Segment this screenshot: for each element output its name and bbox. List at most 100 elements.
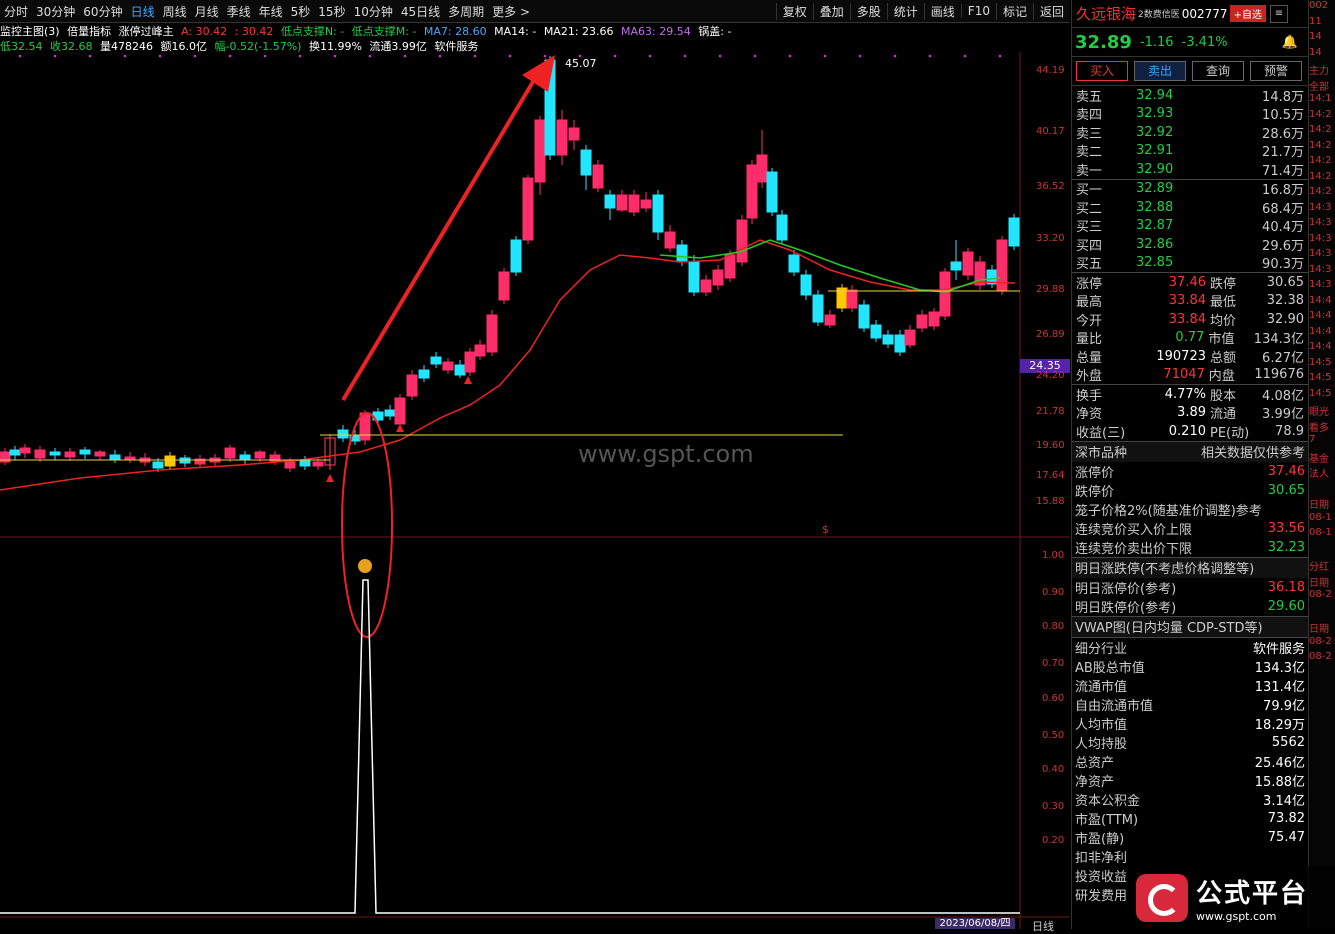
candle-body [394, 397, 406, 425]
candle-body [312, 461, 324, 467]
price-axis-label: 24.20 [1036, 370, 1065, 381]
asks-row[interactable]: 卖二 32.91 21.7万 [1072, 142, 1308, 161]
quote-label: 总量 [1076, 350, 1103, 366]
asks-row[interactable]: 卖一 32.90 71.4万 [1072, 160, 1308, 179]
query-button[interactable]: 查询 [1192, 61, 1244, 81]
toolbar-action[interactable]: 画线 [923, 2, 961, 20]
period-tab[interactable]: 周线 [159, 3, 191, 20]
bids-row[interactable]: 买五 32.85 90.3万 [1072, 254, 1308, 272]
chart-name[interactable]: 监控主图(3) [0, 25, 60, 38]
asks-row[interactable]: 卖四 32.93 10.5万 [1072, 105, 1308, 123]
strip-item [1309, 481, 1335, 497]
asks-row[interactable]: 卖三 32.92 28.6万 [1072, 123, 1308, 142]
kline-chart[interactable]: 45.07 $ [0, 52, 1070, 929]
toolbar-action[interactable]: 统计 [886, 2, 924, 20]
low-support-n: 低点支撑N: - [280, 25, 345, 38]
bell-icon[interactable]: 🔔 [1282, 35, 1298, 50]
top-dot [718, 54, 722, 58]
tick-strip: 002 11 14 14 主力 全部 14:1 14:2 14:2 14:2 14:2 14:2 14:… [1308, 0, 1335, 929]
strip-item: 14:2 [1309, 124, 1332, 135]
period-tab[interactable]: 季线 [223, 3, 255, 20]
toolbar-action[interactable]: 标记 [995, 2, 1033, 20]
period-tab[interactable]: 日线 [127, 3, 159, 20]
candle-body [442, 361, 454, 371]
candle-body [299, 459, 311, 467]
fund-value: 0.210 [1168, 423, 1206, 439]
strip-item: 法人 [1309, 469, 1329, 480]
vwap-title: VWAP图(日内均量 CDP-STD等) [1075, 621, 1263, 636]
tomorrow-label: 明日涨停价(参考) [1075, 581, 1177, 597]
period-tab[interactable]: 5秒 [287, 3, 315, 20]
tomorrow-title: 明日涨跌停(不考虑价格调整等) [1075, 562, 1255, 577]
asks-label: 卖二 [1076, 145, 1103, 161]
bids-row[interactable]: 买四 32.86 29.6万 [1072, 235, 1308, 254]
strip-item: 14 [1309, 31, 1322, 42]
stock-name[interactable]: 久远银海 [1076, 3, 1136, 24]
top-dot [193, 54, 197, 58]
limit-label: 连续竞价买入价上限 [1075, 522, 1193, 538]
asks-volume: 14.8万 [1262, 89, 1304, 105]
strip-item: 14:4 [1309, 310, 1332, 321]
toolbar-action[interactable]: 叠加 [812, 2, 850, 20]
toolbar-action[interactable]: F10 [960, 4, 996, 18]
vwap-title-row[interactable]: VWAP图(日内均量 CDP-STD等) [1072, 615, 1308, 637]
add-watchlist-button[interactable]: +自选 [1229, 5, 1266, 22]
strip-item: 14:3 [1309, 217, 1332, 228]
toolbar-action[interactable]: 多股 [849, 2, 887, 20]
period-tab[interactable]: 多周期 [444, 3, 488, 20]
period-tab[interactable]: 30分钟 [32, 3, 79, 20]
fund-label: PE(动) [1210, 425, 1250, 441]
candle-body [152, 461, 164, 469]
bids-row[interactable]: 买一 32.89 16.8万 [1072, 180, 1308, 198]
asks-price: 32.94 [1136, 87, 1174, 103]
strip-item: 眼光 [1309, 407, 1329, 418]
period-tab[interactable]: 10分钟 [350, 3, 397, 20]
candle-body [894, 334, 906, 353]
asks-volume: 71.4万 [1262, 163, 1304, 179]
indicator-line [0, 579, 1020, 914]
candle-body [746, 164, 758, 219]
period-tab[interactable]: 分时 [0, 3, 32, 20]
candle-body [430, 356, 442, 365]
indicator-name[interactable]: 涨停过峰主 [119, 25, 174, 38]
indicator-menu[interactable]: 倍量指标 [67, 25, 111, 38]
limit-row: 涨停价 37.46 [1072, 462, 1308, 481]
sell-button[interactable]: 卖出 [1134, 61, 1186, 81]
candle-body [870, 324, 882, 339]
candle-body [568, 127, 580, 141]
indicator-axis-label: 0.60 [1042, 693, 1065, 704]
asks-price: 32.91 [1136, 143, 1174, 159]
candle-body [9, 449, 21, 456]
stat-row: 人均市值 18.29万 [1072, 714, 1308, 733]
period-tab[interactable]: 15秒 [314, 3, 349, 20]
strip-item: 14:2 [1309, 108, 1332, 120]
period-tab[interactable]: 45日线 [397, 3, 444, 20]
watermark: www.gspt.com [578, 440, 754, 468]
buy-button[interactable]: 买入 [1076, 61, 1128, 81]
bids-row[interactable]: 买三 32.87 40.4万 [1072, 217, 1308, 235]
asks-row[interactable]: 卖五 32.94 14.8万 [1072, 86, 1308, 105]
fund-label: 换手 [1076, 388, 1103, 404]
quote-value: 190723 [1156, 348, 1206, 364]
toolbar-action[interactable]: 复权 [775, 2, 813, 20]
quote-panel: 久远银海 2数费信医 002777 +自选 ≡ 32.89 -1.16 -3.4… [1071, 0, 1308, 929]
top-dot [683, 54, 687, 58]
fundamental-stats: 换手 4.77% 股本 4.08亿 净资 3.89 流通 3.99亿 收益(三) 0.210 PE(… [1072, 384, 1308, 441]
strip-item: 14:5 [1309, 356, 1332, 368]
period-tab[interactable]: 更多 > [488, 3, 534, 20]
limit-prices: 涨停价 37.46 跌停价 30.65 笼子价格2%(随基准价调整)参考 连续竞价买入价上… [1072, 462, 1308, 557]
peak-label: 45.07 [565, 57, 597, 70]
bids-row[interactable]: 买二 32.88 68.4万 [1072, 198, 1308, 217]
candle-body [604, 194, 616, 209]
bids-volume: 29.6万 [1262, 238, 1304, 254]
menu-icon[interactable]: ≡ [1269, 4, 1288, 23]
candle-body [812, 294, 824, 323]
period-tab[interactable]: 月线 [191, 3, 223, 20]
asks-label: 卖五 [1076, 89, 1103, 105]
alert-button[interactable]: 预警 [1250, 61, 1302, 81]
period-tab[interactable]: 60分钟 [79, 3, 126, 20]
candle-body [64, 451, 76, 458]
toolbar-action[interactable]: 返回 [1032, 2, 1070, 20]
top-dot [613, 54, 617, 58]
period-tab[interactable]: 年线 [255, 3, 287, 20]
